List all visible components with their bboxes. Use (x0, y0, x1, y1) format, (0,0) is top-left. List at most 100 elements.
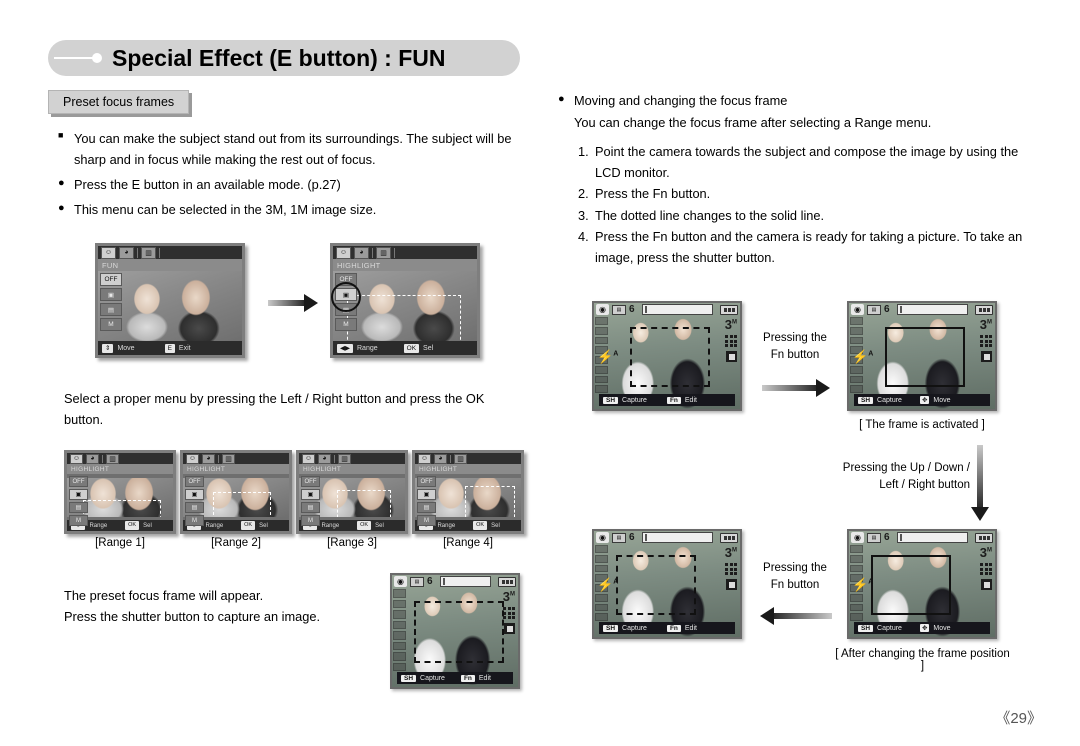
tab-smiley-icon[interactable]: ☺ (186, 453, 199, 464)
hint-capture-label: Capture (622, 624, 647, 632)
lcd-range-screen-2: ☺ ◕ ▥ HIGHLIGHT OFF ▣ ▤ M ◀▶ Range OK Se… (180, 450, 292, 534)
label-line-2: Fn button (770, 578, 820, 591)
tab-image-icon[interactable]: ▥ (454, 453, 467, 464)
tab-palette-icon[interactable]: ◕ (354, 246, 369, 259)
menu-item-frame-icon[interactable]: M (335, 318, 357, 331)
menu-item-highlight-icon[interactable]: ▣ (100, 288, 122, 301)
camera-hint-bar: SH Capture Fn Edit (599, 394, 735, 406)
tab-image-icon[interactable]: ▥ (106, 453, 119, 464)
tab-smiley-icon[interactable]: ☺ (70, 453, 83, 464)
menu-item-highlight-icon[interactable]: ▣ (301, 489, 320, 500)
tab-image-icon[interactable]: ▥ (376, 246, 391, 259)
lcd-menu-items: OFF ▣ ▤ M (301, 476, 320, 526)
key-ok: OK (125, 521, 140, 530)
menu-item-off[interactable]: OFF (301, 476, 320, 487)
hint-sel-label: Sel (375, 522, 384, 529)
hint-range-label: Range (357, 344, 378, 352)
focus-frame-dashed (213, 492, 271, 517)
page-header-banner: Special Effect (E button) : FUN (48, 40, 520, 76)
tab-image-icon[interactable]: ▥ (338, 453, 351, 464)
tab-image-icon[interactable]: ▥ (222, 453, 235, 464)
key-sh: SH (401, 674, 417, 682)
square-bullet-icon: ■ (58, 130, 64, 140)
tab-smiley-icon[interactable]: ☺ (302, 453, 315, 464)
section-chip: Preset focus frames (48, 90, 190, 114)
menu-item-composite-icon[interactable]: ▤ (301, 502, 320, 513)
camera-status-bar: ◉ ▤ 6 (849, 303, 995, 316)
lcd-menu-title: HIGHLIGHT (183, 464, 289, 474)
quality-dots-icon (503, 607, 515, 619)
tab-palette-icon[interactable]: ◕ (318, 453, 331, 464)
camera-mode-icon: ◉ (851, 304, 864, 315)
camera-hint-bar: SH Capture Fn Edit (599, 622, 735, 634)
tab-palette-icon[interactable]: ◕ (86, 453, 99, 464)
shot-count: 6 (629, 532, 635, 543)
right-instruction-block: ● Moving and changing the focus frame Yo… (558, 90, 1028, 268)
tab-smiley-icon[interactable]: ☺ (336, 246, 351, 259)
menu-item-composite-icon[interactable]: ▤ (69, 502, 88, 513)
exposure-meter (896, 304, 968, 315)
camera-status-bar: ◉ ▤ 6 (594, 531, 740, 544)
hint-sel-label: Sel (491, 522, 500, 529)
hint-range-label: Range (205, 522, 224, 529)
menu-item-frame-icon[interactable]: M (417, 515, 436, 526)
list-item: ● Moving and changing the focus frame (558, 90, 1028, 111)
tab-palette-icon[interactable]: ◕ (119, 246, 134, 259)
menu-item-off[interactable]: OFF (100, 273, 122, 286)
battery-icon (975, 304, 993, 315)
camera-mode-icon: ◉ (851, 532, 864, 543)
hint-move-label: Move (117, 344, 135, 352)
battery-icon (975, 532, 993, 543)
caption-frame-moved: [ After changing the frame position ] (835, 648, 1010, 672)
key-ok: OK (473, 521, 488, 530)
card-icon: ▤ (612, 304, 626, 315)
flash-auto-icon: ⚡A (852, 576, 874, 592)
key-fn: Fn (666, 624, 681, 632)
menu-item-composite-icon[interactable]: ▤ (185, 502, 204, 513)
resolution-indicator: 3M (979, 545, 992, 560)
menu-item-frame-icon[interactable]: M (185, 515, 204, 526)
focus-frame-dashed (337, 490, 391, 517)
step-label: Press the Fn button. (595, 186, 711, 202)
shot-count: 6 (427, 576, 433, 587)
label-pressing-fn-top: Pressing the Fn button (750, 330, 840, 363)
menu-item-composite-icon[interactable]: ▤ (417, 502, 436, 513)
step-number: 1. (578, 144, 589, 160)
lcd-tab-bar: ☺ ◕ ▥ (333, 246, 477, 259)
left-bullet-list: ■ You can make the subject stand out fro… (58, 128, 518, 221)
focus-frame-solid (885, 327, 965, 387)
lcd-tab-bar: ☺ ◕ ▥ (183, 453, 289, 464)
lcd-range-screen-3: ☺ ◕ ▥ HIGHLIGHT OFF ▣ ▤ M ◀▶ Range OK Se… (296, 450, 408, 534)
menu-item-highlight-icon[interactable]: ▣ (185, 489, 204, 500)
menu-item-frame-icon[interactable]: M (100, 318, 122, 331)
tab-palette-icon[interactable]: ◕ (202, 453, 215, 464)
camera-status-bar: ◉ ▤ 6 (594, 303, 740, 316)
tab-palette-icon[interactable]: ◕ (434, 453, 447, 464)
menu-item-off[interactable]: OFF (69, 476, 88, 487)
camera-preview-step1: ⚡A ◉ ▤ 6 3M SH Capture Fn Edit (592, 301, 742, 411)
menu-item-off[interactable]: OFF (185, 476, 204, 487)
hint-capture-label: Capture (877, 396, 902, 404)
key-ok: OK (357, 521, 372, 530)
menu-item-frame-icon[interactable]: M (301, 515, 320, 526)
menu-item-off[interactable]: OFF (417, 476, 436, 487)
camera-status-bar: ◉ ▤ 6 (849, 531, 995, 544)
tab-smiley-icon[interactable]: ☺ (418, 453, 431, 464)
menu-item-composite-icon[interactable]: ▤ (100, 303, 122, 316)
menu-item-highlight-icon[interactable]: ▣ (417, 489, 436, 500)
camera-hint-bar: SH Capture ✥ Move (854, 394, 990, 406)
arrow-left-icon (760, 607, 832, 625)
exposure-meter (641, 304, 713, 315)
list-item: ■ You can make the subject stand out fro… (58, 128, 518, 170)
flash-auto-icon: ⚡A (852, 348, 874, 364)
round-bullet-icon: ● (58, 202, 65, 215)
menu-item-frame-icon[interactable]: M (69, 515, 88, 526)
metering-icon (726, 579, 737, 590)
menu-item-highlight-icon[interactable]: ▣ (69, 489, 88, 500)
hint-move-label: Move (933, 396, 951, 404)
tab-smiley-icon[interactable]: ☺ (101, 246, 116, 259)
lcd-tab-bar: ☺ ◕ ▥ (98, 246, 242, 259)
label-pressing-updown: Pressing the Up / Down / Left / Right bu… (820, 460, 970, 493)
select-menu-note: Select a proper menu by pressing the Lef… (64, 391, 485, 428)
tab-image-icon[interactable]: ▥ (141, 246, 156, 259)
